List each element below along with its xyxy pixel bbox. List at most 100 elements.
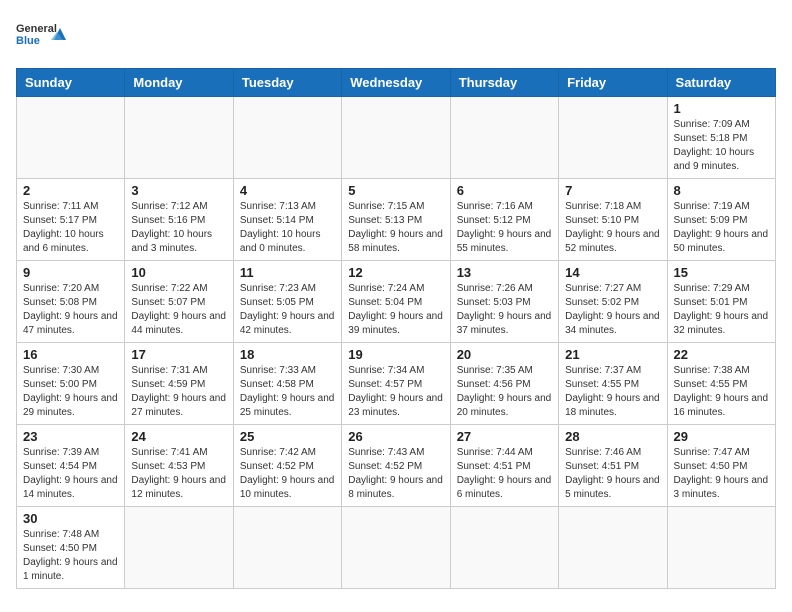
day-info: Sunrise: 7:11 AM Sunset: 5:17 PM Dayligh… xyxy=(23,200,118,256)
day-info: Sunrise: 7:41 AM Sunset: 4:53 PM Dayligh… xyxy=(131,446,226,502)
logo: General Blue xyxy=(16,16,66,60)
day-info: Sunrise: 7:20 AM Sunset: 5:08 PM Dayligh… xyxy=(23,282,118,338)
day-cell: 10 Sunrise: 7:22 AM Sunset: 5:07 PM Dayli… xyxy=(125,261,233,343)
day-cell xyxy=(342,507,450,589)
day-cell: 1 Sunrise: 7:09 AM Sunset: 5:18 PM Daylig… xyxy=(667,97,775,179)
day-number: 30 xyxy=(23,511,118,526)
day-info: Sunrise: 7:27 AM Sunset: 5:02 PM Dayligh… xyxy=(565,282,660,338)
day-cell: 3 Sunrise: 7:12 AM Sunset: 5:16 PM Daylig… xyxy=(125,179,233,261)
week-row-5: 23 Sunrise: 7:39 AM Sunset: 4:54 PM Dayli… xyxy=(17,425,776,507)
day-number: 11 xyxy=(240,265,335,280)
day-cell: 26Sunrise: 7:43 AM Sunset: 4:52 PM Dayli… xyxy=(342,425,450,507)
day-number: 8 xyxy=(674,183,769,198)
day-cell: 7Sunrise: 7:18 AM Sunset: 5:10 PM Daylig… xyxy=(559,179,667,261)
day-info: Sunrise: 7:16 AM Sunset: 5:12 PM Dayligh… xyxy=(457,200,552,256)
day-cell: 18 Sunrise: 7:33 AM Sunset: 4:58 PM Dayli… xyxy=(233,343,341,425)
day-cell: 6 Sunrise: 7:16 AM Sunset: 5:12 PM Daylig… xyxy=(450,179,558,261)
day-number: 1 xyxy=(674,101,769,116)
day-cell: 23 Sunrise: 7:39 AM Sunset: 4:54 PM Dayli… xyxy=(17,425,125,507)
day-number: 22 xyxy=(674,347,769,362)
day-cell xyxy=(233,507,341,589)
day-cell: 19Sunrise: 7:34 AM Sunset: 4:57 PM Dayli… xyxy=(342,343,450,425)
day-cell: 5 Sunrise: 7:15 AM Sunset: 5:13 PM Daylig… xyxy=(342,179,450,261)
day-number: 25 xyxy=(240,429,335,444)
day-number: 23 xyxy=(23,429,118,444)
day-info: Sunrise: 7:38 AM Sunset: 4:55 PM Dayligh… xyxy=(674,364,769,420)
day-info: Sunrise: 7:19 AM Sunset: 5:09 PM Dayligh… xyxy=(674,200,769,256)
calendar-header-friday: Friday xyxy=(559,69,667,97)
day-cell xyxy=(233,97,341,179)
day-number: 28 xyxy=(565,429,660,444)
day-info: Sunrise: 7:42 AM Sunset: 4:52 PM Dayligh… xyxy=(240,446,335,502)
day-number: 5 xyxy=(348,183,443,198)
day-cell: 29 Sunrise: 7:47 AM Sunset: 4:50 PM Dayli… xyxy=(667,425,775,507)
day-number: 21 xyxy=(565,347,660,362)
day-info: Sunrise: 7:34 AM Sunset: 4:57 PM Dayligh… xyxy=(348,364,443,420)
day-info: Sunrise: 7:09 AM Sunset: 5:18 PM Dayligh… xyxy=(674,118,769,174)
day-info: Sunrise: 7:23 AM Sunset: 5:05 PM Dayligh… xyxy=(240,282,335,338)
week-row-2: 2 Sunrise: 7:11 AM Sunset: 5:17 PM Daylig… xyxy=(17,179,776,261)
svg-text:General: General xyxy=(16,23,57,35)
calendar-header-row: SundayMondayTuesdayWednesdayThursdayFrid… xyxy=(17,69,776,97)
day-cell: 28Sunrise: 7:46 AM Sunset: 4:51 PM Dayli… xyxy=(559,425,667,507)
day-cell: 9 Sunrise: 7:20 AM Sunset: 5:08 PM Daylig… xyxy=(17,261,125,343)
day-info: Sunrise: 7:24 AM Sunset: 5:04 PM Dayligh… xyxy=(348,282,443,338)
day-info: Sunrise: 7:29 AM Sunset: 5:01 PM Dayligh… xyxy=(674,282,769,338)
day-number: 20 xyxy=(457,347,552,362)
day-info: Sunrise: 7:39 AM Sunset: 4:54 PM Dayligh… xyxy=(23,446,118,502)
day-info: Sunrise: 7:18 AM Sunset: 5:10 PM Dayligh… xyxy=(565,200,660,256)
day-number: 16 xyxy=(23,347,118,362)
day-cell: 15 Sunrise: 7:29 AM Sunset: 5:01 PM Dayli… xyxy=(667,261,775,343)
day-number: 12 xyxy=(348,265,443,280)
calendar-header-wednesday: Wednesday xyxy=(342,69,450,97)
day-cell xyxy=(450,507,558,589)
header: General Blue xyxy=(16,16,776,60)
calendar-header-thursday: Thursday xyxy=(450,69,558,97)
calendar-header-tuesday: Tuesday xyxy=(233,69,341,97)
day-info: Sunrise: 7:31 AM Sunset: 4:59 PM Dayligh… xyxy=(131,364,226,420)
day-info: Sunrise: 7:15 AM Sunset: 5:13 PM Dayligh… xyxy=(348,200,443,256)
day-cell xyxy=(125,97,233,179)
week-row-3: 9 Sunrise: 7:20 AM Sunset: 5:08 PM Daylig… xyxy=(17,261,776,343)
day-cell: 11 Sunrise: 7:23 AM Sunset: 5:05 PM Dayli… xyxy=(233,261,341,343)
day-cell xyxy=(667,507,775,589)
day-info: Sunrise: 7:30 AM Sunset: 5:00 PM Dayligh… xyxy=(23,364,118,420)
day-info: Sunrise: 7:47 AM Sunset: 4:50 PM Dayligh… xyxy=(674,446,769,502)
day-cell: 8 Sunrise: 7:19 AM Sunset: 5:09 PM Daylig… xyxy=(667,179,775,261)
day-info: Sunrise: 7:48 AM Sunset: 4:50 PM Dayligh… xyxy=(23,528,118,584)
day-number: 29 xyxy=(674,429,769,444)
day-cell: 27Sunrise: 7:44 AM Sunset: 4:51 PM Dayli… xyxy=(450,425,558,507)
day-info: Sunrise: 7:33 AM Sunset: 4:58 PM Dayligh… xyxy=(240,364,335,420)
day-number: 4 xyxy=(240,183,335,198)
calendar-header-monday: Monday xyxy=(125,69,233,97)
day-number: 24 xyxy=(131,429,226,444)
day-cell: 2 Sunrise: 7:11 AM Sunset: 5:17 PM Daylig… xyxy=(17,179,125,261)
day-cell xyxy=(17,97,125,179)
day-number: 10 xyxy=(131,265,226,280)
day-number: 15 xyxy=(674,265,769,280)
calendar: SundayMondayTuesdayWednesdayThursdayFrid… xyxy=(16,68,776,589)
day-cell: 21 Sunrise: 7:37 AM Sunset: 4:55 PM Dayli… xyxy=(559,343,667,425)
day-cell: 20 Sunrise: 7:35 AM Sunset: 4:56 PM Dayli… xyxy=(450,343,558,425)
day-number: 17 xyxy=(131,347,226,362)
day-cell: 30 Sunrise: 7:48 AM Sunset: 4:50 PM Dayli… xyxy=(17,507,125,589)
day-number: 2 xyxy=(23,183,118,198)
day-cell xyxy=(342,97,450,179)
day-number: 9 xyxy=(23,265,118,280)
day-cell: 4Sunrise: 7:13 AM Sunset: 5:14 PM Daylig… xyxy=(233,179,341,261)
day-info: Sunrise: 7:37 AM Sunset: 4:55 PM Dayligh… xyxy=(565,364,660,420)
day-info: Sunrise: 7:12 AM Sunset: 5:16 PM Dayligh… xyxy=(131,200,226,256)
day-info: Sunrise: 7:26 AM Sunset: 5:03 PM Dayligh… xyxy=(457,282,552,338)
day-number: 6 xyxy=(457,183,552,198)
day-cell xyxy=(559,97,667,179)
day-number: 18 xyxy=(240,347,335,362)
day-number: 26 xyxy=(348,429,443,444)
day-info: Sunrise: 7:35 AM Sunset: 4:56 PM Dayligh… xyxy=(457,364,552,420)
day-info: Sunrise: 7:22 AM Sunset: 5:07 PM Dayligh… xyxy=(131,282,226,338)
day-number: 3 xyxy=(131,183,226,198)
day-cell: 16 Sunrise: 7:30 AM Sunset: 5:00 PM Dayli… xyxy=(17,343,125,425)
day-cell: 17 Sunrise: 7:31 AM Sunset: 4:59 PM Dayli… xyxy=(125,343,233,425)
day-cell: 12 Sunrise: 7:24 AM Sunset: 5:04 PM Dayli… xyxy=(342,261,450,343)
day-cell xyxy=(559,507,667,589)
day-number: 13 xyxy=(457,265,552,280)
